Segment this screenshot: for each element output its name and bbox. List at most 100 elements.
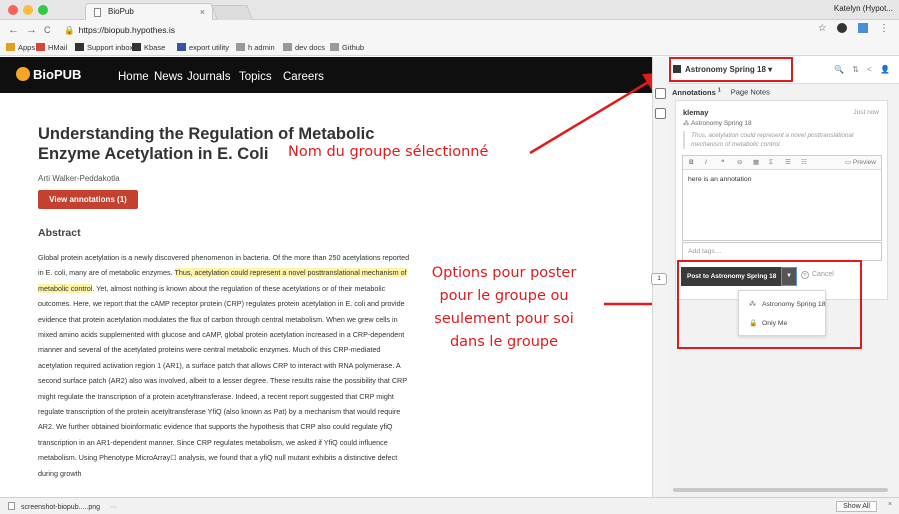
preview-icon: ▭ — [844, 159, 853, 166]
hypothesis-sidebar: Astronomy Spring 18 ▾ 🔍 ⇅ < 👤 Annotation… — [668, 57, 899, 497]
bookmark-star-icon[interactable]: ☆ — [818, 23, 827, 34]
biopub-logo[interactable]: BioPUB — [16, 67, 81, 83]
browser-tab[interactable]: BioPub × — [85, 3, 213, 20]
lock-icon: 🔒 — [64, 25, 75, 35]
downloads-bar: screenshot-biopub.....png ··· Show All × — [0, 497, 899, 514]
download-item[interactable]: screenshot-biopub.....png ··· — [8, 502, 117, 511]
bookmark-icon — [236, 43, 245, 51]
bookmark-apps[interactable]: Apps — [6, 43, 35, 53]
note-icon[interactable] — [655, 108, 666, 119]
image-icon[interactable]: ▦ — [753, 156, 759, 170]
bookmark-export-utility[interactable]: export utility — [177, 43, 229, 53]
nav-home[interactable]: Home — [118, 70, 149, 84]
bookmark-icon — [177, 43, 186, 51]
annotation-user[interactable]: klemay — [683, 108, 708, 117]
minimize-window-button[interactable] — [23, 5, 33, 15]
sidebar-scrollbar[interactable] — [673, 488, 888, 492]
bookmark-support-inbox[interactable]: Support inbox — [75, 43, 133, 53]
tab-page-notes[interactable]: Page Notes — [731, 88, 770, 97]
bookmark-icon — [75, 43, 84, 51]
post-option-group[interactable]: ⁂ Astronomy Spring 18 — [749, 300, 825, 308]
back-arrow-icon[interactable]: ← — [8, 23, 19, 37]
bookmark-hmail[interactable]: HMail — [36, 43, 67, 53]
bookmarks-bar: Apps HMail Support inbox Kbase export utilit… — [0, 40, 899, 56]
annotation-count-badge[interactable]: 1 — [651, 273, 667, 285]
cancel-button[interactable]: ✕ Cancel — [801, 271, 834, 279]
preview-button[interactable]: ▭ Preview — [845, 156, 876, 170]
annotation-group: ⁂ Astronomy Spring 18 — [683, 120, 752, 127]
article-author[interactable]: Arti Walker-Peddakotla — [38, 174, 120, 183]
extension-icon[interactable] — [837, 23, 848, 34]
bookmark-icon — [132, 43, 141, 51]
nav-careers[interactable]: Careers — [283, 70, 324, 84]
abstract-text: Global protein acetylation is a newly di… — [38, 253, 410, 478]
bookmark-dev-docs[interactable]: dev docs — [283, 43, 325, 53]
post-options-menu: ⁂ Astronomy Spring 18 🔒 Only Me — [738, 290, 826, 336]
sidebar-topbar: Astronomy Spring 18 ▾ 🔍 ⇅ < 👤 — [668, 57, 899, 84]
bookmark-icon — [36, 43, 45, 51]
post-option-only-me[interactable]: 🔒 Only Me — [749, 319, 787, 327]
group-icon — [673, 65, 681, 73]
forward-arrow-icon[interactable]: → — [26, 23, 37, 37]
post-button[interactable]: Post to Astronomy Spring 18 — [681, 267, 781, 286]
browser-toolbar: ← → C 🔒 https://biopub.hypothes.is ☆ ⋮ — [0, 20, 899, 40]
tags-input[interactable]: Add tags… — [682, 242, 882, 261]
link-icon[interactable]: ⊖ — [737, 156, 742, 170]
annotation-quote: Thus, acetylation could represent a nove… — [683, 131, 879, 149]
annotation-text[interactable]: here is an annotation — [683, 170, 881, 189]
abstract-heading: Abstract — [38, 227, 81, 239]
people-icon: ⁂ — [749, 301, 756, 308]
group-name-callout: Nom du groupe sélectionné — [288, 144, 489, 160]
close-window-button[interactable] — [8, 5, 18, 15]
page-icon — [94, 8, 101, 17]
close-downloads-icon[interactable]: × — [888, 501, 892, 508]
people-icon: ⁂ — [683, 120, 691, 127]
address-bar[interactable]: 🔒 https://biopub.hypothes.is — [64, 24, 175, 36]
more-icon: ··· — [110, 504, 117, 511]
tab-close-icon[interactable]: × — [200, 4, 205, 20]
tab-annotations[interactable]: Annotations 1 — [672, 87, 721, 97]
editor-toolbar: B I ❝ ⊖ ▦ Σ ☰ ☷ ▭ Preview — [683, 156, 881, 170]
bookmark-icon — [6, 43, 15, 51]
hypothesis-extension-icon[interactable] — [858, 23, 869, 34]
profile-name[interactable]: Katelyn (Hypot... — [834, 4, 893, 13]
lock-icon: 🔒 — [749, 320, 758, 327]
annotation-timestamp[interactable]: Just now — [853, 109, 879, 116]
close-icon: ✕ — [801, 271, 809, 279]
bookmark-github[interactable]: Github — [330, 43, 364, 53]
bookmark-icon — [283, 43, 292, 51]
post-dropdown-toggle[interactable]: ▼ — [781, 267, 797, 286]
sidebar-tools[interactable]: 🔍 ⇅ < 👤 — [834, 65, 893, 74]
chevron-down-icon: ▾ — [768, 65, 773, 74]
maximize-window-button[interactable] — [38, 5, 48, 15]
window-titlebar: BioPub × Katelyn (Hypot... — [0, 0, 899, 20]
site-navbar: BioPUB Home News Journals Topics Careers — [0, 57, 652, 93]
logo-icon — [16, 67, 30, 81]
nav-journals[interactable]: Journals — [187, 70, 230, 84]
post-options-callout: Options pour poster pour le groupe ou se… — [431, 265, 577, 350]
file-icon — [8, 502, 15, 510]
italic-icon[interactable]: I — [705, 156, 707, 170]
view-annotations-button[interactable]: View annotations (1) — [38, 190, 138, 209]
quote-icon[interactable]: ❝ — [721, 156, 725, 170]
url-text: https://biopub.hypothes.is — [78, 25, 175, 35]
menu-icon[interactable]: ⋮ — [879, 23, 889, 34]
math-icon[interactable]: Σ — [769, 156, 773, 170]
extension-icons: ☆ ⋮ — [810, 23, 889, 34]
nav-news[interactable]: News — [154, 70, 183, 84]
tab-title: BioPub — [108, 7, 134, 16]
group-selector[interactable]: Astronomy Spring 18 ▾ — [673, 65, 772, 74]
bullet-list-icon[interactable]: ☷ — [801, 156, 807, 170]
nav-topics[interactable]: Topics — [239, 70, 272, 84]
bookmark-h-admin[interactable]: h admin — [236, 43, 275, 53]
sidebar-tabs: Annotations 1 Page Notes — [672, 87, 770, 97]
bookmark-kbase[interactable]: Kbase — [132, 43, 165, 53]
new-tab-button[interactable] — [211, 5, 253, 20]
eye-icon[interactable] — [655, 88, 666, 99]
bookmark-icon — [330, 43, 339, 51]
numbered-list-icon[interactable]: ☰ — [785, 156, 791, 170]
annotation-editor[interactable]: B I ❝ ⊖ ▦ Σ ☰ ☷ ▭ Preview here is an ann… — [682, 155, 882, 241]
bold-icon[interactable]: B — [689, 156, 694, 170]
reload-icon[interactable]: C — [44, 23, 51, 37]
show-all-button[interactable]: Show All — [836, 501, 877, 512]
